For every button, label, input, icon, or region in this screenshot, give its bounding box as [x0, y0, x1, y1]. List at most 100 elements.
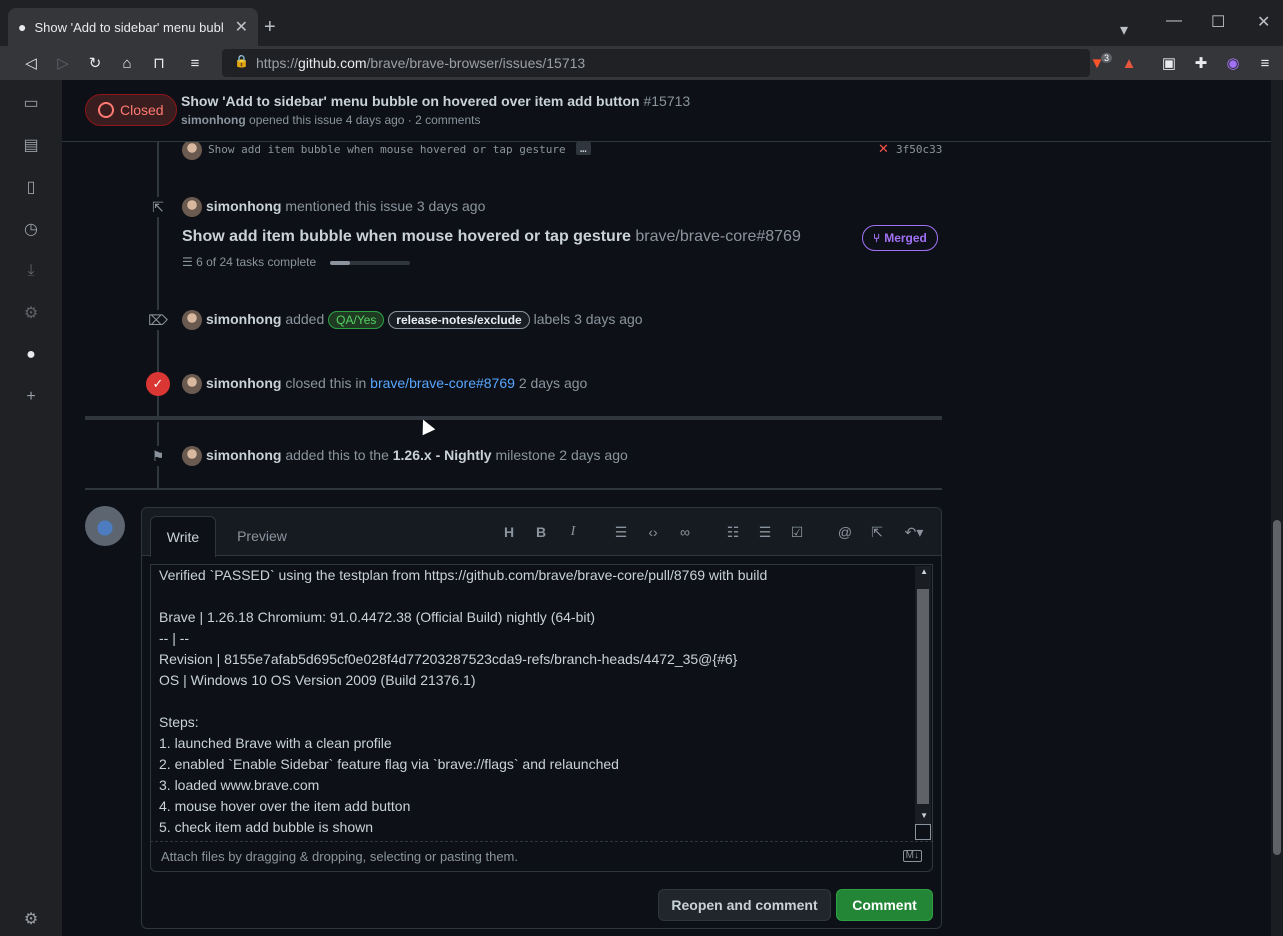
new-tab-button[interactable]: + [264, 16, 276, 39]
milestone-event: simonhong added this to the 1.26.x - Nig… [206, 447, 628, 463]
video-call-icon[interactable]: ▭ [20, 92, 42, 114]
tag-icon: ⌦ [148, 310, 168, 330]
timeline-divider [85, 416, 942, 420]
event-user[interactable]: simonhong [206, 311, 281, 327]
status-badge: Closed [85, 94, 177, 126]
avatar[interactable] [182, 197, 202, 217]
milestone-icon: ⚑ [148, 446, 168, 466]
comment-body-line: Revision | 8155e7afab5d695cf0e028f4d7720… [159, 651, 738, 667]
heading-icon[interactable]: H [499, 522, 519, 542]
event-time[interactable]: 3 days ago [417, 198, 486, 214]
add-sidebar-item-icon[interactable]: + [20, 386, 42, 408]
browser-toolbar: ◁ ▷ ↻ ⌂ ⊓ ≡ 🔒 https://github.com/brave/b… [0, 46, 1283, 80]
bulleted-list-icon[interactable]: ☷ [723, 522, 743, 542]
event-user[interactable]: simonhong [206, 375, 281, 391]
label-qa-yes[interactable]: QA/Yes [328, 311, 385, 329]
home-icon[interactable]: ⌂ [118, 54, 136, 72]
bold-icon[interactable]: B [531, 522, 551, 542]
merge-icon: ⑂ [873, 231, 881, 245]
commit-message[interactable]: Show add item bubble when mouse hovered … [208, 143, 566, 156]
event-user[interactable]: simonhong [206, 447, 281, 463]
scroll-up-icon[interactable]: ▲ [920, 567, 928, 576]
browser-tab[interactable]: ● Show 'Add to sidebar' menu bubl ✕ [8, 8, 258, 46]
avatar[interactable] [182, 310, 202, 330]
code-icon[interactable]: ‹› [643, 522, 663, 542]
link-icon[interactable]: ∞ [675, 522, 695, 542]
avatar[interactable] [182, 446, 202, 466]
milestone-link[interactable]: 1.26.x - Nightly [393, 447, 492, 463]
tab-title: Show 'Add to sidebar' menu bubl [34, 19, 224, 35]
event-time[interactable]: 3 days ago [574, 311, 643, 327]
tab-close-icon[interactable]: ✕ [235, 17, 248, 37]
wallet-icon[interactable]: ▤ [20, 134, 42, 156]
textarea-scroll-thumb[interactable] [917, 589, 929, 804]
github-sidebar-icon[interactable]: ● [20, 344, 42, 366]
cross-reference-icon[interactable]: ⇱ [867, 522, 887, 542]
pr-title[interactable]: Show add item bubble when mouse hovered … [182, 228, 631, 245]
reading-list-icon[interactable]: ▯ [20, 176, 42, 198]
menu-icon[interactable]: ≡ [1256, 54, 1274, 72]
shields-count: 3 [1101, 53, 1113, 63]
saved-replies-icon[interactable]: ↶▾ [899, 522, 929, 542]
window-close-icon[interactable]: ✕ [1257, 12, 1270, 32]
sidebar-settings-icon[interactable]: ⚙ [20, 908, 42, 930]
scroll-down-icon[interactable]: ▼ [920, 811, 928, 820]
commit-sha[interactable]: 3f50c33 [896, 143, 942, 156]
comment-textarea[interactable]: Verified `PASSED` using the testplan fro… [150, 564, 933, 842]
profile-icon[interactable]: ◉ [1224, 54, 1242, 72]
label-release-notes-exclude[interactable]: release-notes/exclude [388, 311, 530, 329]
download-icon[interactable]: ⤓ [20, 260, 42, 282]
back-icon[interactable]: ◁ [22, 54, 40, 72]
page-scroll-thumb[interactable] [1273, 520, 1281, 855]
brave-rewards-icon[interactable]: ▲ [1120, 54, 1138, 72]
issue-title[interactable]: Show 'Add to sidebar' menu bubble on hov… [181, 93, 690, 109]
italic-icon[interactable]: I [563, 522, 583, 542]
check-failed-icon[interactable]: ✕ [878, 141, 889, 157]
page-content: Show add item bubble when mouse hovered … [62, 80, 1271, 936]
numbered-list-icon[interactable]: ☰ [755, 522, 775, 542]
event-time[interactable]: 2 days ago [519, 375, 588, 391]
forward-icon[interactable]: ▷ [54, 54, 72, 72]
tab-search-icon[interactable]: ▾ [1120, 20, 1128, 40]
event-user[interactable]: simonhong [206, 198, 281, 214]
event-time[interactable]: 2 days ago [559, 447, 628, 463]
mention-icon[interactable]: @ [835, 522, 855, 542]
address-bar[interactable]: 🔒 https://github.com/brave/brave-browser… [222, 49, 1090, 77]
maximize-icon[interactable]: ☐ [1211, 12, 1225, 32]
attach-files-area[interactable]: Attach files by dragging & dropping, sel… [150, 842, 933, 872]
closed-icon [98, 102, 114, 118]
comment-body-line: 4. mouse hover over the item add button [159, 798, 411, 814]
current-user-avatar[interactable] [85, 506, 125, 546]
extension-icon[interactable]: ▣ [1160, 54, 1178, 72]
reopen-and-comment-button[interactable]: Reopen and comment [658, 889, 831, 921]
event-suffix: milestone [495, 447, 556, 463]
minimize-icon[interactable]: — [1166, 12, 1182, 30]
closing-pr-link[interactable]: brave/brave-core#8769 [370, 375, 515, 391]
avatar[interactable] [182, 374, 202, 394]
resize-handle[interactable] [915, 824, 931, 840]
markdown-icon[interactable]: M↓ [902, 850, 922, 862]
comment-button[interactable]: Comment [836, 889, 933, 921]
reader-mode-icon[interactable]: ≡ [186, 54, 204, 72]
quote-icon[interactable]: ☰ [611, 522, 631, 542]
url-scheme: https:// [256, 55, 299, 71]
bookmark-icon[interactable]: ⊓ [150, 54, 168, 72]
settings-gear-icon[interactable]: ⚙ [20, 302, 42, 324]
issue-author[interactable]: simonhong [181, 113, 246, 127]
event-suffix: labels [533, 311, 571, 327]
issue-number: #15713 [643, 93, 691, 109]
task-progress-fill [330, 261, 350, 265]
issue-meta-text: opened this issue 4 days ago · 2 comment… [249, 113, 481, 127]
history-icon[interactable]: ◷ [20, 218, 42, 240]
event-action: closed this in [285, 375, 367, 391]
task-list-icon[interactable]: ☑ [787, 522, 807, 542]
comment-composer: Write Preview H B I ☰ ‹› ∞ ☷ ☰ ☑ @ ⇱ ↶▾ … [141, 507, 942, 929]
commit-expand-button[interactable]: … [576, 142, 591, 155]
sticky-issue-header: Closed Show 'Add to sidebar' menu bubble… [62, 80, 1271, 142]
comment-body-line: Verified `PASSED` using the testplan fro… [159, 567, 768, 583]
reload-icon[interactable]: ↻ [86, 54, 104, 72]
pr-link[interactable]: Show add item bubble when mouse hovered … [182, 228, 801, 246]
tab-write[interactable]: Write [150, 516, 216, 557]
extensions-puzzle-icon[interactable]: ✚ [1192, 54, 1210, 72]
tab-preview[interactable]: Preview [226, 516, 298, 556]
